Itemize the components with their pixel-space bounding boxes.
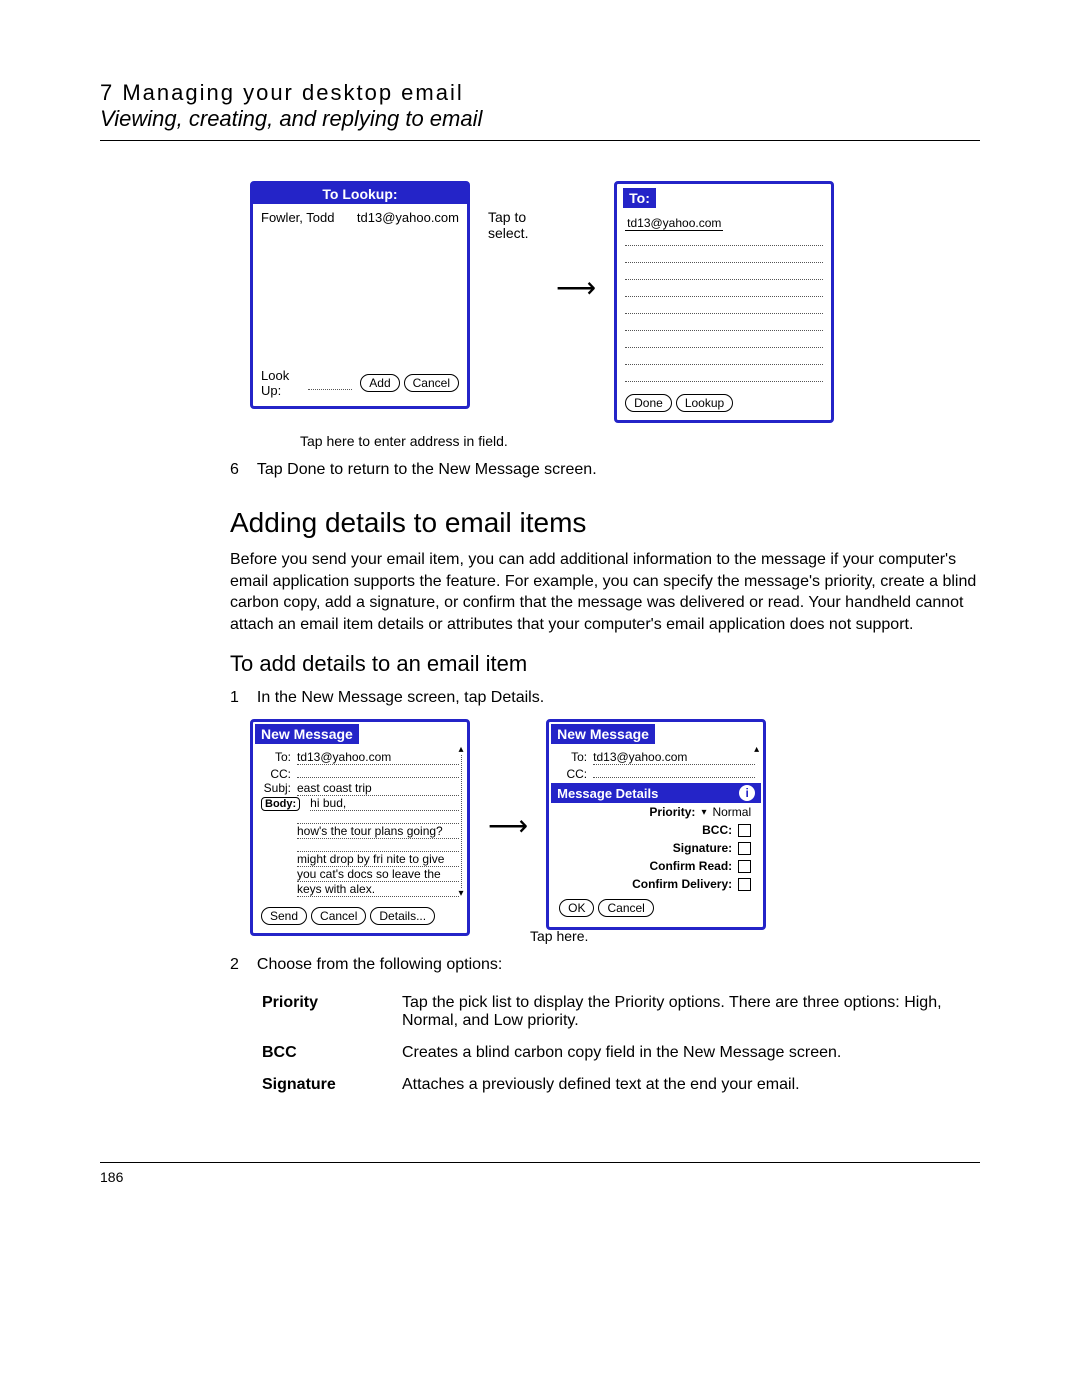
priority-value[interactable]: Normal bbox=[712, 805, 751, 819]
send-button[interactable]: Send bbox=[261, 907, 307, 925]
cancel-button[interactable]: Cancel bbox=[311, 907, 366, 925]
cc-label: CC: bbox=[261, 767, 291, 781]
ok-button[interactable]: OK bbox=[559, 899, 594, 917]
option-desc: Creates a blind carbon copy field in the… bbox=[402, 1038, 978, 1068]
step-text: Choose from the following options: bbox=[257, 956, 502, 974]
lookup-contact-row[interactable]: Fowler, Todd td13@yahoo.com bbox=[261, 208, 459, 227]
lookup-button[interactable]: Lookup bbox=[676, 394, 733, 412]
new-message-title-2: New Message bbox=[551, 724, 655, 744]
dotted-line bbox=[625, 231, 823, 246]
paragraph-details-intro: Before you send your email item, you can… bbox=[230, 549, 980, 635]
confirm-read-checkbox[interactable] bbox=[738, 860, 751, 873]
page-number: 186 bbox=[100, 1169, 123, 1185]
to-label: To: bbox=[261, 750, 291, 764]
heading-adding-details: Adding details to email items bbox=[230, 507, 980, 539]
cc-field[interactable] bbox=[297, 765, 459, 778]
new-message-title: New Message bbox=[255, 724, 359, 744]
heading-to-add-details: To add details to an email item bbox=[230, 651, 980, 677]
signature-label: Signature: bbox=[673, 841, 732, 855]
option-desc: Tap the pick list to display the Priorit… bbox=[402, 988, 978, 1036]
priority-label: Priority: bbox=[649, 805, 695, 819]
dropdown-icon[interactable]: ▾ bbox=[701, 807, 706, 818]
option-row-bcc: BCC Creates a blind carbon copy field in… bbox=[262, 1038, 978, 1068]
step-text: Tap Done to return to the New Message sc… bbox=[257, 461, 597, 479]
section-heading: Viewing, creating, and replying to email bbox=[100, 106, 980, 132]
body-line-3[interactable]: might drop by fri nite to give bbox=[297, 852, 459, 867]
cancel-button[interactable]: Cancel bbox=[598, 899, 653, 917]
annotation-tap-enter: Tap here to enter address in field. bbox=[300, 433, 980, 449]
figure-row-lookup: To Lookup: Fowler, Todd td13@yahoo.com L… bbox=[250, 181, 980, 423]
body-line-1[interactable]: hi bud, bbox=[310, 796, 459, 811]
to-screen: To: td13@yahoo.com Done Lookup bbox=[614, 181, 834, 423]
scroll-up-icon[interactable]: ▴ bbox=[754, 744, 759, 755]
arrow-icon: ⟶ bbox=[488, 719, 528, 842]
annotation-tap-here: Tap here. bbox=[530, 928, 980, 944]
options-table: Priority Tap the pick list to display th… bbox=[260, 986, 980, 1102]
scroll-down-icon[interactable]: ▾ bbox=[458, 888, 463, 899]
step-6: 6 Tap Done to return to the New Message … bbox=[230, 461, 980, 479]
body-label: Body: bbox=[261, 797, 300, 811]
option-key: Signature bbox=[262, 1070, 400, 1100]
confirm-delivery-label: Confirm Delivery: bbox=[632, 877, 732, 891]
option-row-priority: Priority Tap the pick list to display th… bbox=[262, 988, 978, 1036]
scrollbar[interactable]: ▴ ▾ bbox=[457, 744, 465, 899]
body-line-2[interactable]: how's the tour plans going? bbox=[297, 824, 459, 839]
lookup-input[interactable] bbox=[308, 377, 353, 390]
chapter-heading: 7 Managing your desktop email bbox=[100, 80, 980, 106]
step-number: 6 bbox=[230, 461, 239, 479]
lookup-label: Look Up: bbox=[261, 368, 300, 398]
add-button[interactable]: Add bbox=[360, 374, 399, 392]
step-1: 1 In the New Message screen, tap Details… bbox=[230, 689, 980, 707]
new-message-screen: New Message To: td13@yahoo.com CC: Subj: e… bbox=[250, 719, 470, 936]
lookup-screen: To Lookup: Fowler, Todd td13@yahoo.com L… bbox=[250, 181, 470, 409]
contact-email: td13@yahoo.com bbox=[357, 210, 459, 225]
arrow-icon: ⟶ bbox=[556, 181, 596, 304]
info-icon[interactable]: i bbox=[739, 785, 755, 801]
details-button[interactable]: Details... bbox=[370, 907, 435, 925]
done-button[interactable]: Done bbox=[625, 394, 672, 412]
body-line-5[interactable]: keys with alex. bbox=[297, 882, 459, 897]
signature-checkbox[interactable] bbox=[738, 842, 751, 855]
to-value[interactable]: td13@yahoo.com bbox=[625, 216, 723, 231]
annotation-tap-select: Tap to select. bbox=[488, 181, 538, 241]
step-number: 2 bbox=[230, 956, 239, 974]
option-row-signature: Signature Attaches a previously defined … bbox=[262, 1070, 978, 1100]
step-2: 2 Choose from the following options: bbox=[230, 956, 980, 974]
cancel-button[interactable]: Cancel bbox=[404, 374, 459, 392]
page-footer: 186 bbox=[100, 1162, 980, 1185]
to-field[interactable]: td13@yahoo.com bbox=[297, 750, 459, 765]
step-text: In the New Message screen, tap Details. bbox=[257, 689, 544, 707]
confirm-read-label: Confirm Read: bbox=[649, 859, 732, 873]
bcc-checkbox[interactable] bbox=[738, 824, 751, 837]
option-desc: Attaches a previously defined text at th… bbox=[402, 1070, 978, 1100]
step-number: 1 bbox=[230, 689, 239, 707]
contact-name: Fowler, Todd bbox=[261, 210, 334, 225]
figure-row-newmessage: New Message To: td13@yahoo.com CC: Subj: e… bbox=[250, 719, 980, 936]
subj-field[interactable]: east coast trip bbox=[297, 781, 459, 796]
confirm-delivery-checkbox[interactable] bbox=[738, 878, 751, 891]
message-details-title: Message Details i bbox=[551, 783, 761, 803]
body-line-4[interactable]: you cat's docs so leave the bbox=[297, 867, 459, 882]
bcc-label: BCC: bbox=[702, 823, 732, 837]
option-key: Priority bbox=[262, 988, 400, 1036]
subj-label: Subj: bbox=[261, 781, 291, 795]
message-details-screen: New Message To:td13@yahoo.com CC: Messag… bbox=[546, 719, 766, 930]
lookup-title: To Lookup: bbox=[253, 184, 467, 204]
to-title: To: bbox=[623, 188, 656, 208]
option-key: BCC bbox=[262, 1038, 400, 1068]
scroll-up-icon[interactable]: ▴ bbox=[458, 744, 463, 755]
header-rule bbox=[100, 140, 980, 141]
